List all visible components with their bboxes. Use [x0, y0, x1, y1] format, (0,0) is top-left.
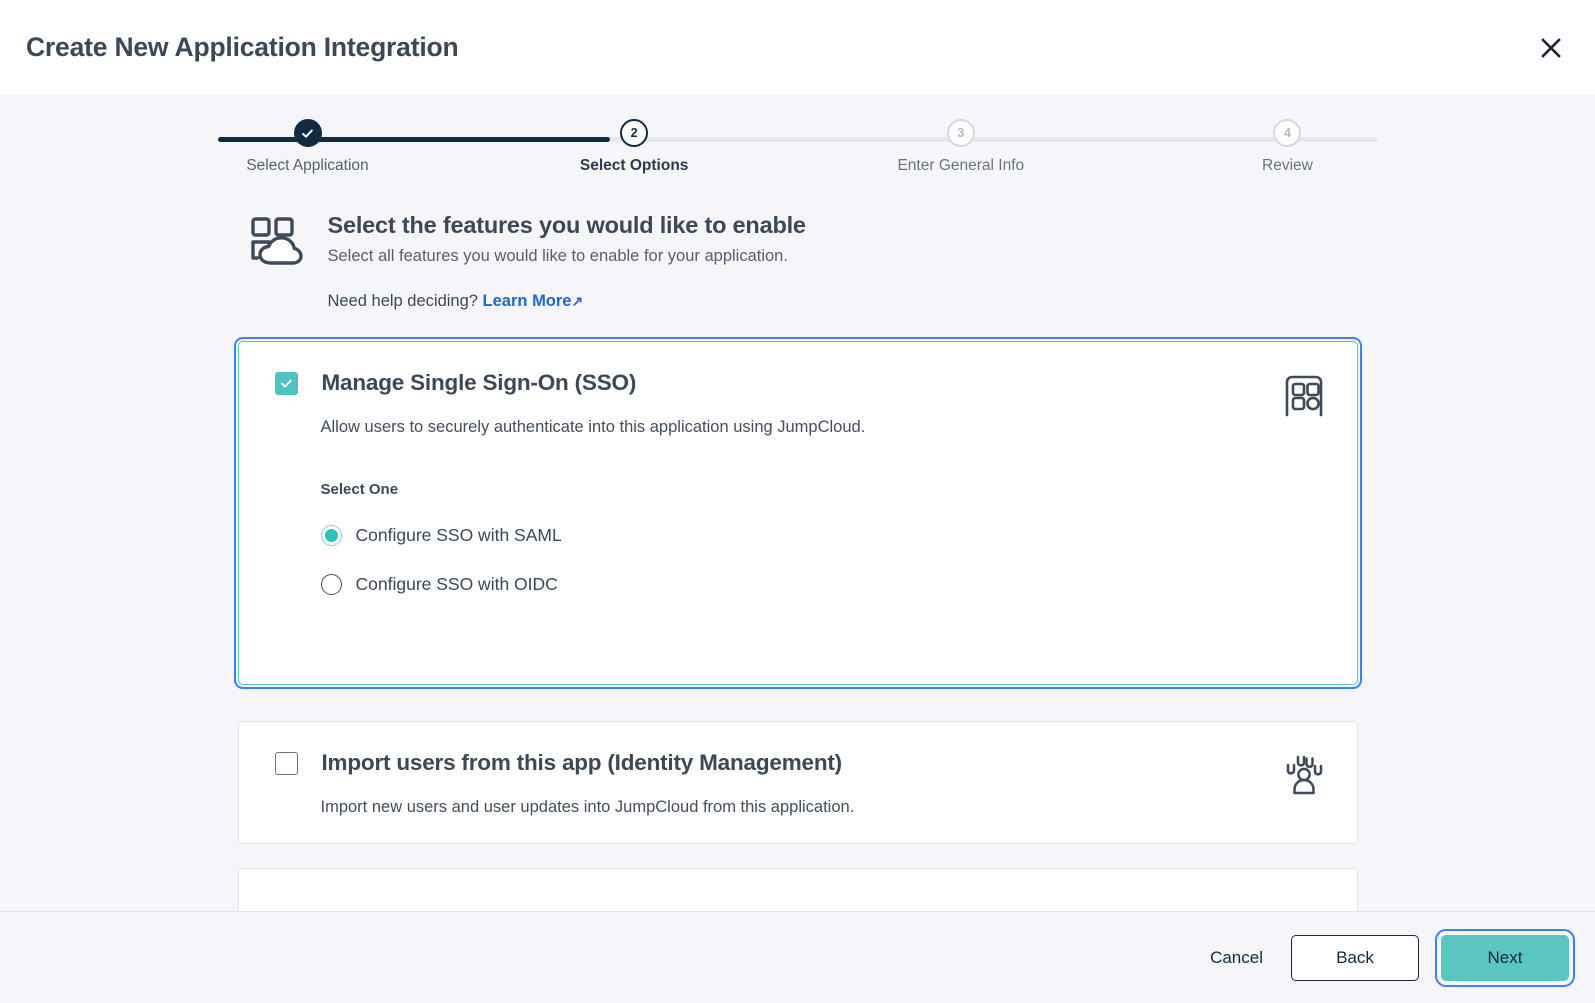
saml-radio-button[interactable] [321, 525, 342, 546]
feature-card-partial[interactable] [238, 868, 1358, 911]
step-4-label: Review [1262, 157, 1313, 175]
back-button[interactable]: Back [1291, 935, 1419, 981]
sso-apps-icon [1281, 370, 1327, 423]
feature-card-identity-management[interactable]: Import users from this app (Identity Man… [238, 721, 1358, 844]
step-review[interactable]: 4 Review [1172, 119, 1402, 195]
help-line: Need help deciding? Learn More↗ [328, 292, 806, 311]
help-prefix-text: Need help deciding? [328, 292, 478, 310]
sso-checkbox[interactable] [275, 372, 298, 395]
apps-cloud-icon [248, 207, 304, 272]
external-link-icon: ↗ [571, 293, 583, 310]
wizard-stepper: Select Application 2 Select Options 3 En… [0, 95, 1595, 195]
intro-subtitle: Select all features you would like to en… [328, 247, 806, 266]
card-bottom-spacer [275, 600, 1281, 658]
feature-card-sso[interactable]: Manage Single Sign-On (SSO) Allow users … [238, 341, 1358, 685]
cancel-button[interactable]: Cancel [1204, 939, 1269, 976]
feature-cards: Manage Single Sign-On (SSO) Allow users … [238, 341, 1358, 911]
radio-option-oidc[interactable]: Configure SSO with OIDC [321, 569, 1281, 600]
step-3-circle: 3 [947, 119, 975, 147]
learn-more-link[interactable]: Learn More↗ [483, 292, 584, 310]
modal-footer: Cancel Back Next [0, 911, 1595, 1003]
step-select-options[interactable]: 2 Select Options [519, 119, 749, 195]
oidc-radio-label: Configure SSO with OIDC [356, 574, 558, 595]
step-4-circle: 4 [1273, 119, 1301, 147]
step-select-application[interactable]: Select Application [193, 119, 423, 195]
learn-more-label: Learn More [483, 292, 572, 310]
select-one-label: Select One [321, 481, 1281, 498]
intro-section: Select the features you would like to en… [238, 207, 1358, 311]
step-3-label: Enter General Info [897, 157, 1024, 175]
step-enter-general-info[interactable]: 3 Enter General Info [846, 119, 1076, 195]
create-application-integration-modal: Create New Application Integration Selec… [0, 0, 1595, 1003]
step-2-label: Select Options [580, 157, 689, 175]
step-2-circle: 2 [620, 119, 648, 147]
page-title: Create New Application Integration [26, 34, 458, 61]
close-icon[interactable] [1529, 26, 1573, 70]
identity-management-card-title: Import users from this app (Identity Man… [322, 750, 842, 776]
sso-card-title: Manage Single Sign-On (SSO) [322, 370, 637, 396]
radio-option-saml[interactable]: Configure SSO with SAML [321, 520, 1281, 551]
next-button[interactable]: Next [1441, 935, 1569, 981]
sso-protocol-radio-group: Configure SSO with SAML Configure SSO wi… [321, 520, 1281, 600]
modal-header: Create New Application Integration [0, 0, 1595, 95]
step-1-circle [294, 119, 322, 147]
oidc-radio-button[interactable] [321, 574, 342, 595]
import-users-icon [1281, 750, 1327, 803]
identity-management-card-description: Import new users and user updates into J… [321, 798, 1281, 817]
intro-title: Select the features you would like to en… [328, 211, 806, 239]
saml-radio-label: Configure SSO with SAML [356, 525, 562, 546]
step-1-label: Select Application [246, 157, 368, 175]
modal-body: Select the features you would like to en… [0, 195, 1595, 911]
identity-management-checkbox[interactable] [275, 752, 298, 775]
sso-card-description: Allow users to securely authenticate int… [321, 418, 1281, 437]
